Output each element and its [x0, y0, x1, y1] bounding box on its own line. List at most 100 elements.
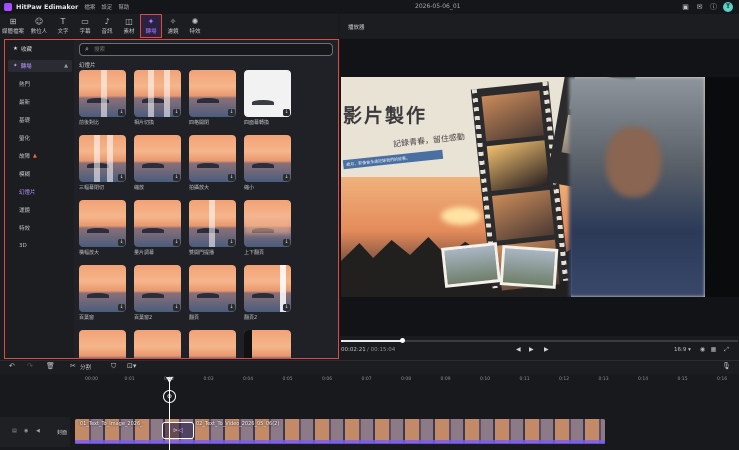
transition-thumb[interactable]: ↓ — [244, 200, 291, 247]
tool-avatar[interactable]: ☺ 數位人 — [26, 14, 52, 38]
transition-thumb[interactable]: ↓ — [244, 70, 291, 117]
transition-slot[interactable]: ⊳◁ — [162, 422, 194, 439]
sidebar-favorites[interactable]: ★ 收藏 — [8, 43, 72, 55]
avatar-icon: ☺ — [34, 17, 44, 26]
sidebar-item-popular[interactable]: 熱門 — [8, 78, 72, 90]
undo-icon[interactable]: ↶ — [9, 362, 15, 371]
download-icon[interactable]: ↓ — [228, 239, 235, 246]
transition-thumb[interactable]: ↓ — [79, 200, 126, 247]
sidebar-category-transition[interactable]: ✦ 轉場 ▲ — [8, 60, 72, 72]
download-icon[interactable]: ↓ — [283, 109, 290, 116]
sidebar-item-slideshow[interactable]: 幻燈片 — [8, 186, 72, 198]
transition-icon: ✦ — [13, 63, 18, 69]
split-button[interactable]: 分割 — [80, 363, 91, 371]
timeline-tick: 0:01 — [124, 377, 135, 382]
transition-thumb[interactable]: ↓ — [79, 265, 126, 312]
tool-subtitle[interactable]: ▭ 字幕 — [74, 14, 96, 38]
download-icon[interactable]: ↓ — [283, 239, 290, 246]
message-icon[interactable]: ✉ — [695, 3, 704, 12]
download-icon[interactable]: ↓ — [283, 304, 290, 311]
aspect-ratio-select[interactable]: 16:9 ▾ — [674, 347, 691, 353]
download-icon[interactable]: ↓ — [118, 239, 125, 246]
transition-thumb[interactable] — [244, 330, 291, 358]
video-preview[interactable]: 影片製作 記錄青春，留住感動 歲月，影像會永遠記錄我們的故事。 — [341, 77, 705, 297]
sidebar-item-camera[interactable]: 運鏡 — [8, 204, 72, 216]
tool-text[interactable]: T 文字 — [52, 14, 74, 38]
download-icon[interactable]: ↓ — [228, 304, 235, 311]
text-style-icon[interactable]: ⊡▾ — [127, 362, 136, 371]
redo-icon[interactable]: ↷ — [27, 362, 33, 371]
transition-thumb[interactable]: ↓ — [189, 265, 236, 312]
tool-effects[interactable]: ✺ 特效 — [184, 14, 206, 38]
lock-icon[interactable]: ▤ — [12, 428, 17, 434]
avatar[interactable]: T — [723, 2, 733, 12]
download-icon[interactable]: ↓ — [228, 174, 235, 181]
sidebar-item-3d[interactable]: 3D — [8, 240, 72, 252]
download-icon[interactable]: ↓ — [173, 304, 180, 311]
playback-scrubber[interactable] — [400, 338, 405, 343]
menu-file[interactable]: 檔案 — [84, 3, 95, 11]
transition-thumb[interactable]: ↓ — [79, 135, 126, 182]
transition-thumb[interactable]: ↓ — [189, 70, 236, 117]
download-icon[interactable]: ↓ — [118, 174, 125, 181]
transition-thumb[interactable]: ↓ — [244, 265, 291, 312]
audio-waveform — [75, 440, 605, 444]
transition-thumb[interactable]: ↓ — [79, 70, 126, 117]
download-icon[interactable]: ↓ — [118, 109, 125, 116]
snapshot-icon[interactable]: ◉ — [699, 346, 706, 353]
eye-icon[interactable]: ◉ — [24, 428, 28, 434]
transition-thumb[interactable]: ↓ — [134, 265, 181, 312]
transition-thumb[interactable]: ↓ — [189, 135, 236, 182]
delete-icon[interactable]: 🗑 — [46, 362, 55, 371]
microphone-icon[interactable]: 🎙 — [722, 362, 731, 371]
timeline-tick: 0:16 — [717, 377, 728, 382]
text-icon: T — [60, 17, 66, 26]
transition-thumb[interactable]: ↓ — [134, 70, 181, 117]
tool-audio[interactable]: ♪ 音訊 — [96, 14, 118, 38]
sidebar-item-latest[interactable]: 最新 — [8, 96, 72, 108]
fire-icon: ▲ — [33, 153, 37, 159]
transition-thumb[interactable]: ↓ — [134, 135, 181, 182]
playback-progress — [341, 340, 403, 342]
transition-thumb[interactable]: ↓ — [134, 200, 181, 247]
transition-thumb[interactable]: ↓ — [189, 200, 236, 247]
prev-frame-icon[interactable]: ◀ — [516, 346, 521, 353]
sidebar-item-effects[interactable]: 特效 — [8, 222, 72, 234]
transition-thumb[interactable] — [189, 330, 236, 358]
shield-icon[interactable]: ⛉ — [111, 362, 116, 371]
transition-thumb[interactable]: ↓ — [244, 135, 291, 182]
transition-label: 相片切換 — [134, 120, 155, 126]
playhead[interactable] — [169, 377, 170, 450]
download-icon[interactable]: ↓ — [228, 109, 235, 116]
play-icon[interactable]: ▶ — [529, 346, 534, 353]
volume-icon[interactable]: ◀ — [36, 428, 40, 434]
sidebar-item-basic[interactable]: 基礎 — [8, 114, 72, 126]
info-icon[interactable]: ⓘ — [709, 3, 718, 12]
sidebar-item-fluorescent[interactable]: 螢化 — [8, 132, 72, 144]
transition-thumb[interactable] — [134, 330, 181, 358]
transition-grid: ↓ 前後對比 ↓ 相片切換 ↓ 四格開閉 ↓ 四面幕轉換 ↓ 三幅幕閉切 ↓ 縮… — [79, 70, 299, 358]
tool-stickers[interactable]: ◫ 素材 — [118, 14, 140, 38]
download-icon[interactable]: ↓ — [173, 174, 180, 181]
sidebar-item-glitch[interactable]: 故障 ▲ — [8, 150, 72, 162]
tool-media[interactable]: ⊞ 媒體檔案 — [0, 14, 26, 38]
fullscreen-icon[interactable]: ⤢ — [723, 346, 730, 353]
download-icon[interactable]: ↓ — [283, 174, 290, 181]
layout-icon[interactable]: ▣ — [681, 3, 690, 12]
menu-help[interactable]: 幫助 — [118, 3, 129, 11]
tool-transition[interactable]: ✦ 轉場 — [140, 14, 162, 38]
scissors-icon[interactable]: ✂ — [70, 362, 76, 371]
next-frame-icon[interactable]: ▶ — [544, 346, 549, 353]
menu-settings[interactable]: 設定 — [101, 3, 112, 11]
timeline-tick: 0:09 — [440, 377, 451, 382]
search-input[interactable] — [94, 46, 324, 54]
download-icon[interactable]: ↓ — [118, 304, 125, 311]
sidebar-item-blur[interactable]: 模糊 — [8, 168, 72, 180]
grid-icon[interactable]: ▦ — [710, 346, 717, 353]
add-transition-marker[interactable]: ⊗ — [163, 390, 176, 403]
filter-icon: ✧ — [169, 17, 177, 26]
transition-thumb[interactable] — [79, 330, 126, 358]
download-icon[interactable]: ↓ — [173, 239, 180, 246]
download-icon[interactable]: ↓ — [173, 109, 180, 116]
tool-filter[interactable]: ✧ 濾鏡 — [162, 14, 184, 38]
